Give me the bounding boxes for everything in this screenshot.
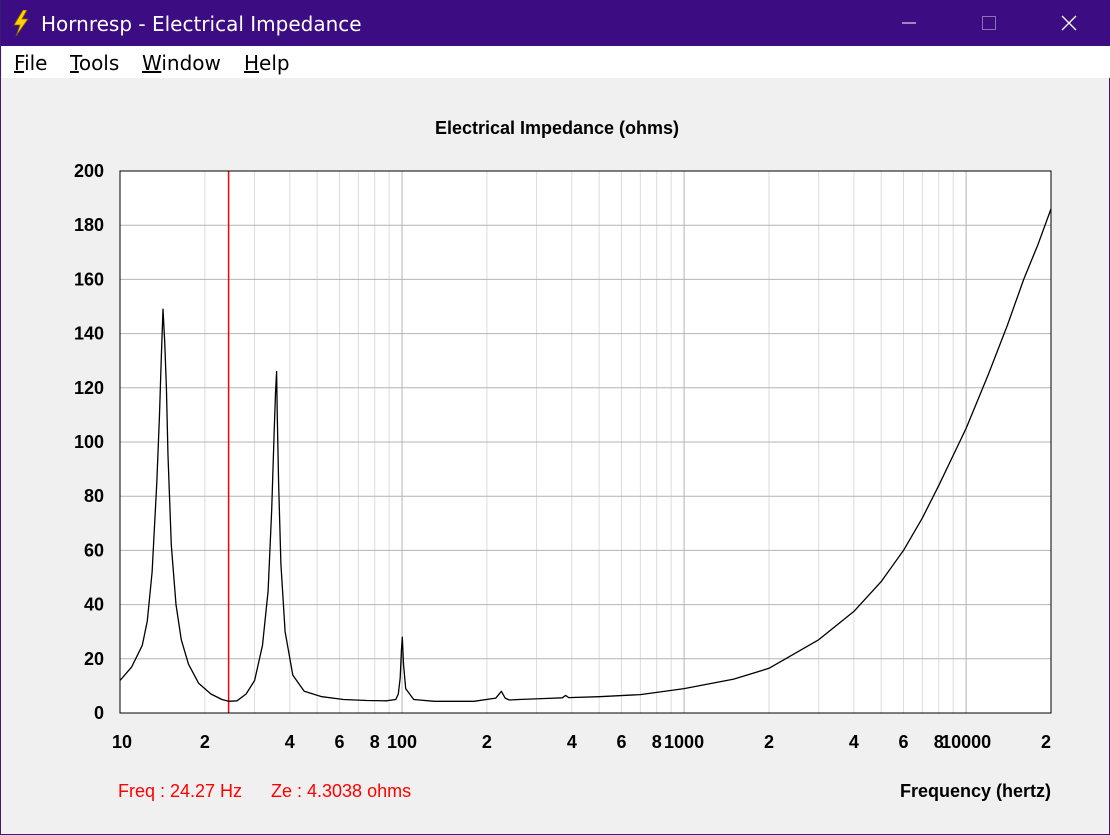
y-tick-label: 20 [84, 649, 104, 669]
x-tick-label: 10 [112, 732, 132, 752]
menu-help[interactable]: Help [244, 52, 290, 74]
menu-file-accel: F [14, 51, 25, 75]
x-tick-label: 4 [285, 732, 295, 752]
maximize-button[interactable] [949, 0, 1029, 46]
y-tick-label: 0 [94, 703, 104, 723]
x-tick-label: 8 [370, 732, 380, 752]
menu-window-label: indow [161, 51, 221, 75]
y-tick-label: 160 [74, 269, 104, 289]
x-tick-label: 2 [764, 732, 774, 752]
app-window: Hornresp - Electrical Impedance File Too… [0, 0, 1110, 835]
x-tick-label: 4 [849, 732, 859, 752]
y-tick-label: 120 [74, 378, 104, 398]
x-axis-ticks: 10 2 4 6 8 100 2 4 6 8 1000 2 4 6 810000 2 [112, 732, 1051, 752]
y-tick-label: 140 [74, 324, 104, 344]
menu-file[interactable]: File [14, 52, 47, 74]
y-tick-label: 80 [84, 486, 104, 506]
x-tick-label: 2 [482, 732, 492, 752]
x-tick-label: 1000 [664, 732, 704, 752]
close-button[interactable] [1029, 0, 1109, 46]
y-tick-label: 180 [74, 215, 104, 235]
x-tick-label: 6 [334, 732, 344, 752]
minimize-button[interactable] [869, 0, 949, 46]
x-tick-label: 4 [567, 732, 577, 752]
menu-window[interactable]: Window [142, 52, 221, 74]
cursor-frequency-readout: Freq : 24.27 Hz [118, 781, 242, 801]
x-tick-label: 6 [899, 732, 909, 752]
y-tick-label: 100 [74, 432, 104, 452]
window-title: Hornresp - Electrical Impedance [41, 12, 362, 36]
menu-bar: File Tools Window Help [2, 46, 1110, 78]
y-tick-label: 60 [84, 540, 104, 560]
impedance-chart: Electrical Impedance (ohms) 020406080100… [74, 118, 1052, 801]
cursor-impedance-readout: Ze : 4.3038 ohms [271, 781, 411, 801]
x-tick-label: 8 [652, 732, 662, 752]
x-tick-label: 2 [1041, 732, 1051, 752]
menu-file-label: ile [24, 51, 48, 75]
close-icon [1061, 15, 1077, 31]
x-tick-label: 100 [387, 732, 417, 752]
y-tick-label: 200 [74, 161, 104, 181]
menu-tools-label: ools [78, 51, 120, 75]
x-tick-label: 10000 [941, 732, 991, 752]
menu-window-accel: W [142, 51, 162, 75]
menu-tools-accel: T [70, 51, 79, 75]
menu-tools[interactable]: Tools [70, 52, 119, 74]
lightning-bolt-icon [13, 10, 29, 36]
menu-help-accel: H [244, 51, 260, 75]
maximize-icon [982, 16, 996, 30]
x-axis-label: Frequency (hertz) [900, 781, 1051, 801]
title-bar[interactable]: Hornresp - Electrical Impedance [1, 0, 1110, 46]
minimize-icon [902, 22, 916, 24]
x-tick-label: 2 [200, 732, 210, 752]
menu-help-label: elp [259, 51, 290, 75]
chart-title: Electrical Impedance (ohms) [435, 118, 679, 138]
y-tick-label: 40 [84, 595, 104, 615]
x-tick-label: 6 [616, 732, 626, 752]
y-axis-ticks: 0 20 40 60 80 100 120 140 160 180 200 [74, 161, 104, 723]
